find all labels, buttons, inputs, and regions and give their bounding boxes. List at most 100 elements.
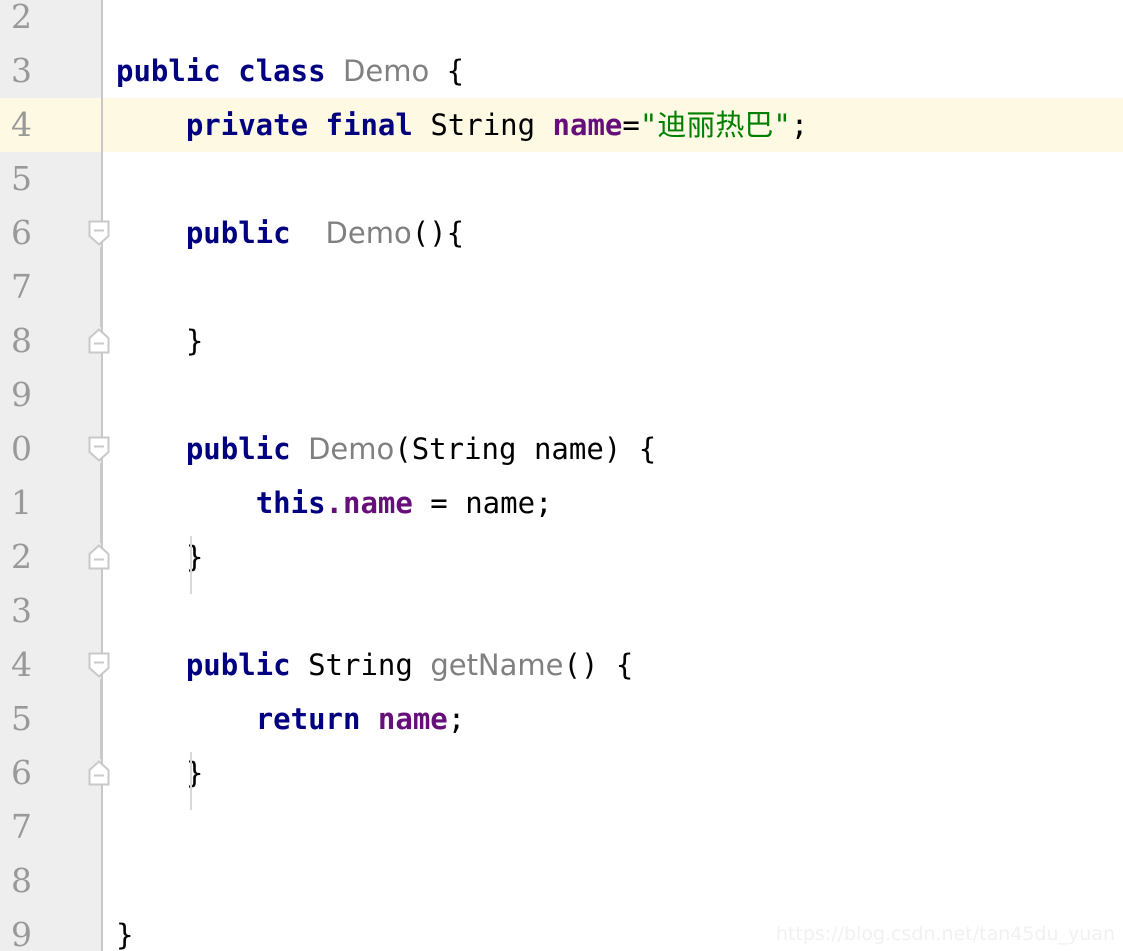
token-pln [326,54,343,88]
line-number: 2 [11,537,32,576]
line-number: 3 [11,51,32,90]
token-kw: public [185,648,291,682]
token-pln: ; [447,702,466,736]
token-kw: return [255,702,361,736]
token-pln [291,432,308,466]
line-number: 0 [11,429,32,468]
fold-collapse-icon[interactable] [86,219,116,273]
token-pln: () { [563,648,634,682]
code-text: public Demo(String name) { [116,422,656,476]
code-text: } [116,908,133,951]
token-pln [116,702,256,736]
token-pln [116,432,186,466]
indent-guide [190,752,192,810]
code-text: public class Demo { [116,44,464,98]
fold-region-end-icon[interactable] [86,543,116,597]
code-line[interactable]: 6 } [0,746,1123,800]
token-kw: public [185,216,291,250]
line-number: 1 [11,483,32,522]
token-kw: final [325,108,413,142]
token-kw: public [116,54,221,88]
code-line[interactable]: 6 public Demo(){ [0,206,1123,260]
code-text: return name; [116,692,466,746]
code-line[interactable]: 5 [0,152,1123,206]
line-number: 5 [11,159,32,198]
line-number: 6 [11,753,32,792]
token-pln [116,648,186,682]
token-pln: } [116,918,134,951]
fold-collapse-icon[interactable] [86,435,116,489]
code-text: public String getName() { [116,638,634,692]
indent-guide [190,536,192,594]
token-typ: String [411,432,517,466]
token-pln [413,108,430,142]
code-line[interactable]: 7 [0,800,1123,854]
fold-region-end-icon[interactable] [86,759,116,813]
line-number: 2 [11,0,32,36]
token-pln [413,648,430,682]
line-number: 9 [11,375,32,414]
code-line[interactable]: 7 [0,260,1123,314]
code-line[interactable]: 4 private final String name="迪丽热巴"; [0,98,1123,152]
line-number: 9 [11,915,32,951]
line-number: 5 [11,699,32,738]
line-number: 6 [11,213,32,252]
token-pln: ; [790,108,809,142]
token-pln [535,108,552,142]
token-fld: name [552,108,623,142]
token-fld: . [325,486,343,520]
token-pln: = [622,108,640,142]
fold-collapse-icon[interactable] [86,651,116,705]
code-line[interactable]: 8 [0,854,1123,908]
token-pln: } [116,324,204,358]
token-pln: (){ [411,216,465,250]
code-line[interactable]: 2 [0,0,1123,44]
token-pln: name) { [516,432,657,466]
code-line[interactable]: 0 public Demo(String name) { [0,422,1123,476]
token-pln: = name; [412,486,553,520]
code-line[interactable]: 9 [0,368,1123,422]
token-kw: public [185,432,291,466]
code-editor[interactable]: 2 3 public class Demo {4 private final Str… [0,0,1123,951]
line-number: 7 [11,807,32,846]
error-squiggle [274,516,456,522]
token-pln: { [429,54,465,88]
token-pln [308,108,325,142]
watermark: https://blog.csdn.net/tan45du_yuan [775,923,1115,945]
token-pln [116,486,256,520]
token-kw: this [255,486,326,520]
code-line[interactable]: 4 public String getName() { [0,638,1123,692]
token-typ: String [430,108,536,142]
token-kw: class [238,54,326,88]
token-pln [291,216,326,250]
code-line[interactable]: 5 return name; [0,692,1123,746]
line-number: 4 [11,105,32,144]
token-pln [221,54,238,88]
line-number: 8 [11,321,32,360]
token-pln [116,108,186,142]
line-number: 4 [11,645,32,684]
token-pln [360,702,377,736]
code-line[interactable]: 3 [0,584,1123,638]
token-cls: Demo [325,216,412,250]
code-line[interactable]: 2 } [0,530,1123,584]
token-cls: Demo [343,54,430,88]
code-line[interactable]: 8 } [0,314,1123,368]
token-fld: name [377,702,448,736]
fold-region-end-icon[interactable] [86,327,116,381]
token-fld: name [343,486,413,520]
code-text: } [116,314,203,368]
code-line[interactable]: 3 public class Demo { [0,44,1123,98]
token-kw: private [185,108,309,142]
token-pln [116,216,186,250]
token-pln: ( [394,432,412,466]
line-number: 8 [11,861,32,900]
token-cls: Demo [308,432,395,466]
token-pln [291,648,308,682]
line-number: 3 [11,591,32,630]
token-typ: String [308,648,413,682]
code-text: private final String name="迪丽热巴"; [116,98,808,152]
token-mth: getName [430,648,564,682]
code-text: public Demo(){ [116,206,464,260]
code-line[interactable]: 1 this.name = name; [0,476,1123,530]
